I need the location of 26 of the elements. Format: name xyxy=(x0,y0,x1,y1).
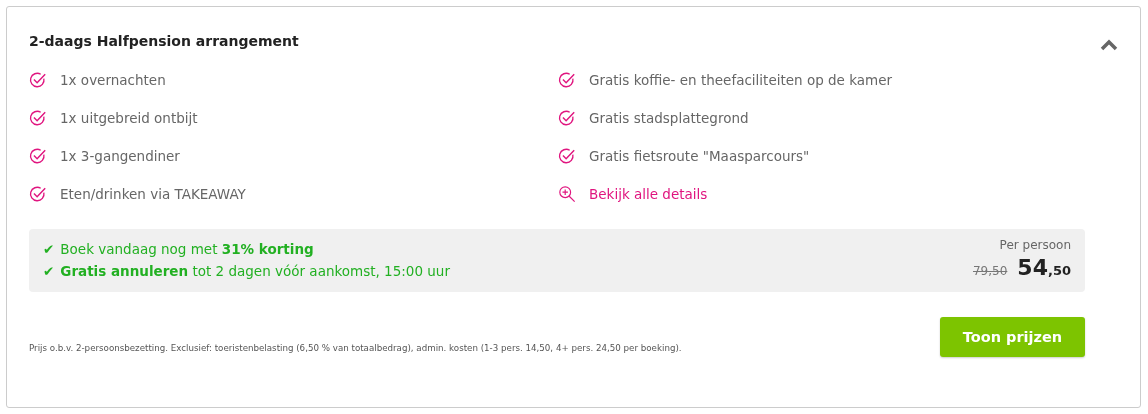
feature-text: Gratis fietsroute "Maasparcours" xyxy=(589,148,810,164)
benefit-text: Boek vandaag nog met 31% korting xyxy=(60,240,314,259)
benefit-text: Gratis annuleren tot 2 dagen vóór aankomst, 15:00 uur xyxy=(60,262,450,281)
old-price: 79,50 xyxy=(973,264,1008,278)
check-icon xyxy=(29,109,47,127)
feature-text: 1x 3-gangendiner xyxy=(60,148,180,164)
feature-text: Gratis stadsplattegrond xyxy=(589,110,749,126)
check-icon xyxy=(29,147,47,165)
current-price: 54,50 xyxy=(1017,255,1071,280)
check-icon xyxy=(558,147,576,165)
price-footnote: Prijs o.b.v. 2-persoonsbezetting. Exclusief: toeristenbelasting (6,50 % van totaalbedrag), admin. kosten (1-3 pers. 14,50, 4+ pers. 24,50 per boeking). xyxy=(29,343,682,353)
price-label: Per persoon xyxy=(999,238,1071,252)
check-icon xyxy=(29,71,47,89)
check-icon xyxy=(558,71,576,89)
details-link[interactable]: Bekijk alle details xyxy=(589,186,708,202)
package-title: 2-daags Halfpension arrangement xyxy=(29,33,299,49)
collapse-icon[interactable] xyxy=(1100,39,1118,51)
check-mark-icon: ✔ xyxy=(43,238,55,260)
feature-text: 1x uitgebreid ontbijt xyxy=(60,110,198,126)
check-mark-icon: ✔ xyxy=(43,260,55,282)
check-icon xyxy=(558,109,576,127)
feature-text: Gratis koffie- en theefaciliteiten op de kamer xyxy=(589,72,893,88)
feature-text: Eten/drinken via TAKEAWAY xyxy=(60,186,246,202)
check-icon xyxy=(29,185,47,203)
zoom-in-icon xyxy=(558,185,576,203)
feature-text: 1x overnachten xyxy=(60,72,166,88)
